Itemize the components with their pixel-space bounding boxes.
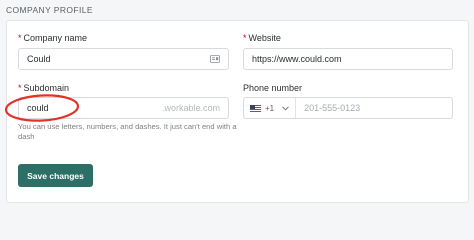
website-label: * Website [243, 33, 281, 43]
subdomain-value: could [27, 103, 49, 113]
chevron-down-icon [282, 105, 289, 111]
required-marker: * [18, 83, 22, 93]
subdomain-label: * Subdomain [18, 83, 69, 93]
subdomain-suffix: .workable.com [161, 103, 220, 113]
us-flag-icon [250, 104, 261, 112]
required-marker: * [243, 33, 247, 43]
subdomain-label-text: Subdomain [23, 83, 70, 93]
phone-input[interactable]: +1 201-555-0123 [243, 97, 453, 119]
country-code-dropdown[interactable]: +1 [250, 98, 297, 118]
dial-code: +1 [265, 103, 275, 113]
subdomain-helper-text: You can use letters, numbers, and dashes… [18, 122, 237, 141]
company-name-label-text: Company name [23, 33, 88, 43]
required-marker: * [18, 33, 22, 43]
website-label-text: Website [248, 33, 281, 43]
website-input[interactable]: https://www.could.com [243, 48, 453, 70]
company-profile-page: COMPANY PROFILE * Company name Could * Web… [0, 0, 474, 205]
subdomain-input[interactable]: could .workable.com [18, 97, 229, 119]
company-name-input[interactable]: Could [18, 48, 229, 70]
company-name-label: * Company name [18, 33, 87, 43]
phone-label: Phone number [243, 83, 303, 93]
contact-card-icon [210, 55, 220, 63]
company-name-value: Could [27, 54, 51, 64]
save-changes-button[interactable]: Save changes [18, 164, 93, 187]
website-value: https://www.could.com [252, 54, 342, 64]
section-title: COMPANY PROFILE [6, 5, 93, 15]
phone-placeholder: 201-555-0123 [304, 103, 361, 113]
